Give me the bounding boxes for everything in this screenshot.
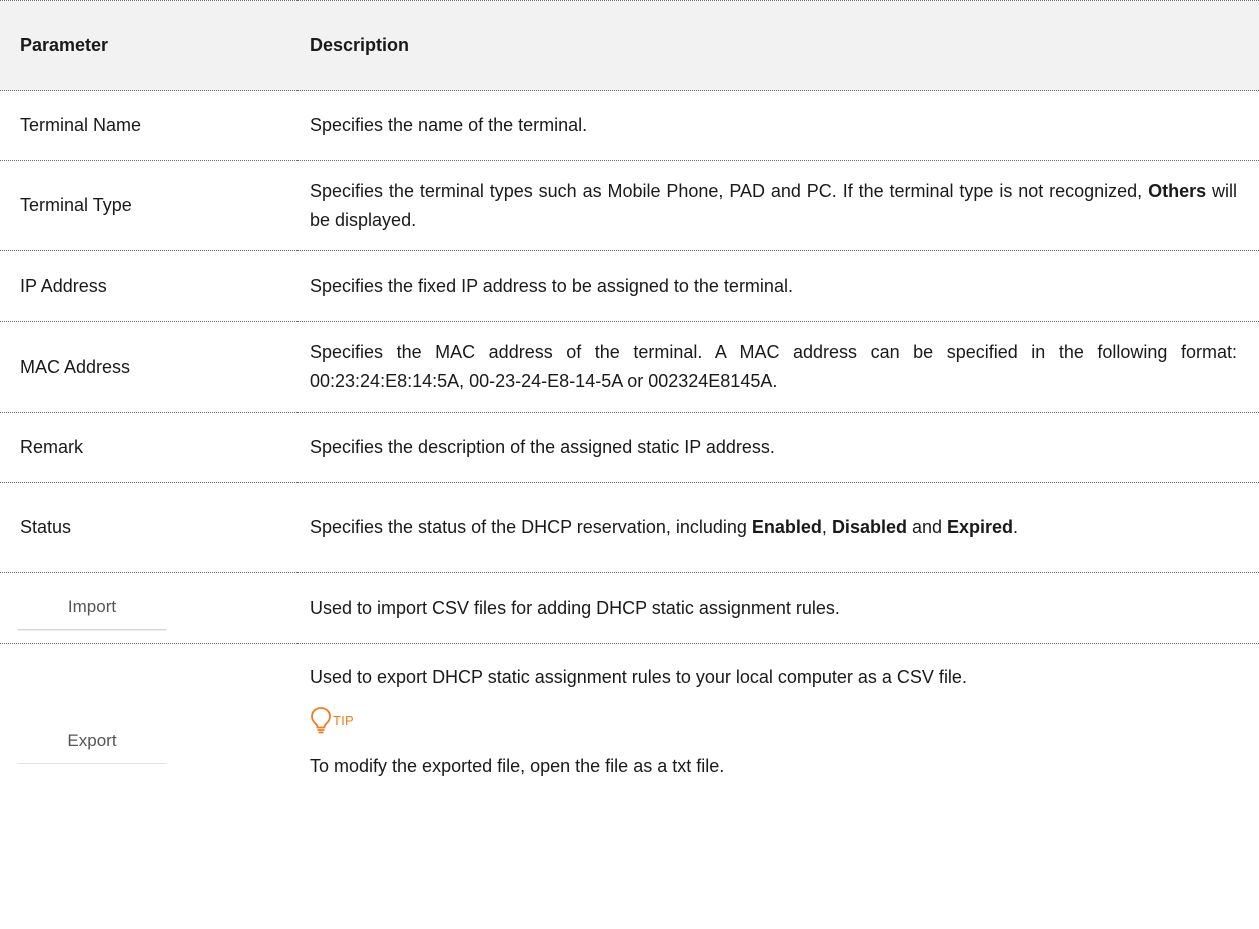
bold-term: Expired [947,517,1014,537]
description-text: Specifies the terminal types such as Mob… [310,180,1149,201]
table-row: Terminal Name Specifies the name of the … [0,90,1259,161]
bold-term: Disabled [831,517,907,537]
import-button[interactable]: Import [18,586,166,630]
table-row: Remark Specifies the description of the … [0,412,1259,483]
export-button[interactable]: Export [18,719,166,764]
parameter-cell: IP Address [0,250,297,322]
description-text: Specifies the status of the DHCP reserva… [310,517,752,537]
description-cell: Specifies the MAC address of the termina… [297,321,1259,413]
parameter-cell: Terminal Type [0,160,297,251]
table-header-row: Parameter Description [0,0,1259,91]
description-text: Used to export DHCP static assignment ru… [310,667,967,687]
bold-term: Others [1148,180,1207,201]
tip-label: TIP [333,713,354,728]
tip-heading: TIP [310,706,1237,736]
parameter-cell: Import [0,572,297,644]
parameter-cell: Status [0,482,297,573]
parameter-cell: Export [0,644,297,840]
lightbulb-icon [310,706,332,736]
description-cell: Specifies the name of the terminal. [297,90,1259,161]
separator-text: and [906,517,948,537]
parameter-table: Parameter Description Terminal Name Spec… [0,0,1259,840]
table-row: MAC Address Specifies the MAC address of… [0,321,1259,413]
description-cell: Used to import CSV files for adding DHCP… [297,572,1259,644]
description-cell: Used to export DHCP static assignment ru… [297,644,1259,840]
description-cell: Specifies the terminal types such as Mob… [297,160,1259,251]
separator-text: , [821,517,832,537]
tip-text: To modify the exported file, open the fi… [310,756,725,776]
description-cell: Specifies the description of the assigne… [297,412,1259,483]
table-row: Terminal Type Specifies the terminal typ… [0,160,1259,251]
table-row: Status Specifies the status of the DHCP … [0,482,1259,573]
description-cell: Specifies the fixed IP address to be ass… [297,250,1259,322]
parameter-column-header: Parameter [0,0,297,91]
description-cell: Specifies the status of the DHCP reserva… [297,482,1259,573]
table-row: IP Address Specifies the fixed IP addres… [0,250,1259,322]
table-row: Import Used to import CSV files for addi… [0,572,1259,644]
description-column-header: Description [297,0,1259,91]
description-text: . [1013,517,1019,537]
parameter-cell: Remark [0,412,297,483]
parameter-cell: MAC Address [0,321,297,413]
bold-term: Enabled [751,517,822,537]
parameter-cell: Terminal Name [0,90,297,161]
table-row: Export Used to export DHCP static assign… [0,644,1259,840]
